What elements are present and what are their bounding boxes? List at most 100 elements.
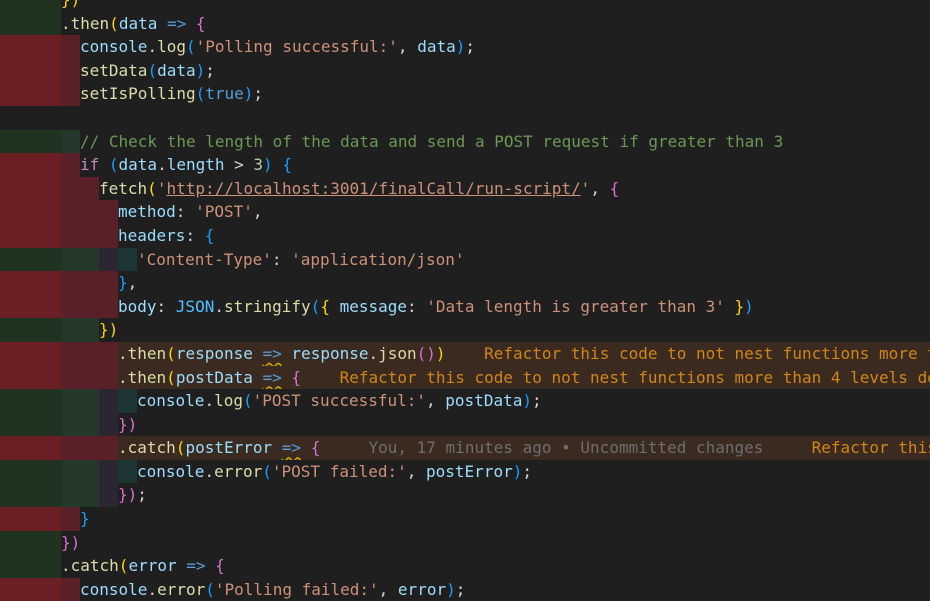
code-token: .then <box>118 367 167 387</box>
code-line[interactable]: }) <box>0 0 930 12</box>
indent-guide <box>61 82 80 106</box>
code-token: ) <box>435 343 446 363</box>
diff-gutter-marker <box>0 341 61 366</box>
code-token: ( <box>262 461 272 481</box>
code-line[interactable]: setData(data); <box>0 58 930 83</box>
code-token: console <box>80 37 148 57</box>
indent-guide <box>80 365 99 390</box>
indent-guide <box>61 412 80 437</box>
code-token: 'Content-Type' <box>137 249 272 269</box>
indent-guide <box>99 223 118 248</box>
code-content: console.error('Polling failed:', error); <box>61 577 465 601</box>
code-content: .catch(error => { <box>61 554 225 578</box>
code-token: ) <box>522 391 532 411</box>
code-token: data <box>118 13 158 33</box>
code-line[interactable]: .catch(postError => { You, 17 minutes ag… <box>0 436 930 460</box>
code-editor[interactable]: }).then(data => {console.log('Polling su… <box>0 0 930 601</box>
code-line[interactable]: console.error('POST failed:', postError)… <box>0 459 930 484</box>
code-line[interactable]: console.log('POST successful:', postData… <box>0 389 930 413</box>
code-token: => <box>262 343 282 363</box>
code-token: ( <box>185 37 196 57</box>
code-line[interactable]: // Check the length of the data and send… <box>0 129 930 154</box>
code-token: ( <box>166 343 176 363</box>
code-token: ; <box>465 37 475 57</box>
code-line[interactable]: } <box>0 507 930 531</box>
code-line[interactable]: }) <box>0 412 930 437</box>
code-token: setIsPolling <box>80 84 196 104</box>
indent-guide <box>80 223 99 248</box>
indent-guide <box>80 412 99 437</box>
code-content: }) <box>61 412 137 437</box>
code-token: error <box>214 461 263 481</box>
code-token: ( <box>99 155 119 175</box>
code-line[interactable]: method: 'POST', <box>0 200 930 224</box>
code-token: ) <box>744 296 754 316</box>
code-token: data <box>118 155 158 175</box>
code-token: console <box>137 461 205 481</box>
code-token: response <box>175 343 253 363</box>
code-line[interactable]: setIsPolling(true); <box>0 82 930 106</box>
lint-hint: Refactor this code to not nest functions… <box>811 438 930 458</box>
indent-guide <box>80 247 99 272</box>
code-token: , <box>378 579 398 599</box>
code-line[interactable]: console.log('Polling successful:', data)… <box>0 35 930 59</box>
code-token: true <box>205 84 244 104</box>
code-token: ( <box>118 556 129 576</box>
code-line[interactable]: if (data.length > 3) { <box>0 153 930 177</box>
code-token: response <box>291 343 369 363</box>
code-line[interactable]: 'Content-Type': 'application/json' <box>0 247 930 272</box>
code-token: 3 <box>253 155 264 175</box>
diff-gutter-marker <box>0 106 61 130</box>
code-token: . <box>204 461 215 481</box>
code-line[interactable]: body: JSON.stringify({ message: 'Data le… <box>0 294 930 319</box>
code-line[interactable]: }); <box>0 483 930 508</box>
indent-guide <box>61 459 80 484</box>
code-content: fetch('http://localhost:3001/finalCall/r… <box>61 176 619 201</box>
code-token: ) <box>263 155 283 175</box>
code-line[interactable]: .then(data => { <box>0 11 930 36</box>
code-line[interactable]: .then(response => response.json()) Refac… <box>0 341 930 366</box>
indent-guide <box>61 389 80 413</box>
indent-guide <box>61 507 80 531</box>
code-line[interactable]: headers: { <box>0 223 930 248</box>
code-token: 'Polling failed:' <box>214 579 379 599</box>
code-token: error <box>157 579 206 599</box>
code-token: ) <box>512 461 523 481</box>
code-line[interactable]: console.error('Polling failed:', error); <box>0 577 930 601</box>
code-token: . <box>214 296 224 316</box>
code-line[interactable]: }) <box>0 318 930 342</box>
code-token: .catch <box>118 438 176 458</box>
code-token: ; <box>522 461 532 481</box>
code-token: data <box>157 60 196 80</box>
code-line[interactable] <box>0 106 930 130</box>
lint-hint: Refactor this code to not nest functions… <box>301 367 930 387</box>
code-token: } <box>80 509 90 529</box>
code-token: } <box>724 296 745 316</box>
code-line[interactable]: }, <box>0 271 930 295</box>
diff-gutter-marker <box>0 35 61 59</box>
code-content: }, <box>61 271 137 295</box>
diff-gutter-marker <box>0 294 61 319</box>
code-token: ) <box>195 60 206 80</box>
code-token: : <box>185 225 205 245</box>
code-token: postData <box>175 367 253 387</box>
code-token: : <box>156 296 176 316</box>
code-content: setData(data); <box>61 58 215 83</box>
code-line[interactable]: fetch('http://localhost:3001/finalCall/r… <box>0 176 930 201</box>
code-token: () <box>416 343 436 363</box>
diff-gutter-marker <box>0 82 61 106</box>
code-content: console.log('Polling successful:', data)… <box>61 35 475 59</box>
code-token: error <box>397 579 447 599</box>
code-token: headers <box>118 225 186 245</box>
code-line[interactable]: }) <box>0 530 930 555</box>
code-content: // Check the length of the data and send… <box>61 129 783 154</box>
diff-gutter-marker <box>0 223 61 248</box>
code-line[interactable]: .then(postData => { Refactor this code t… <box>0 365 930 390</box>
indent-guide <box>61 129 80 154</box>
indent-guide <box>99 200 118 224</box>
indent-guide <box>99 436 118 460</box>
code-line[interactable]: .catch(error => { <box>0 554 930 578</box>
code-token: }) <box>61 0 80 9</box>
code-token: { <box>310 438 321 458</box>
